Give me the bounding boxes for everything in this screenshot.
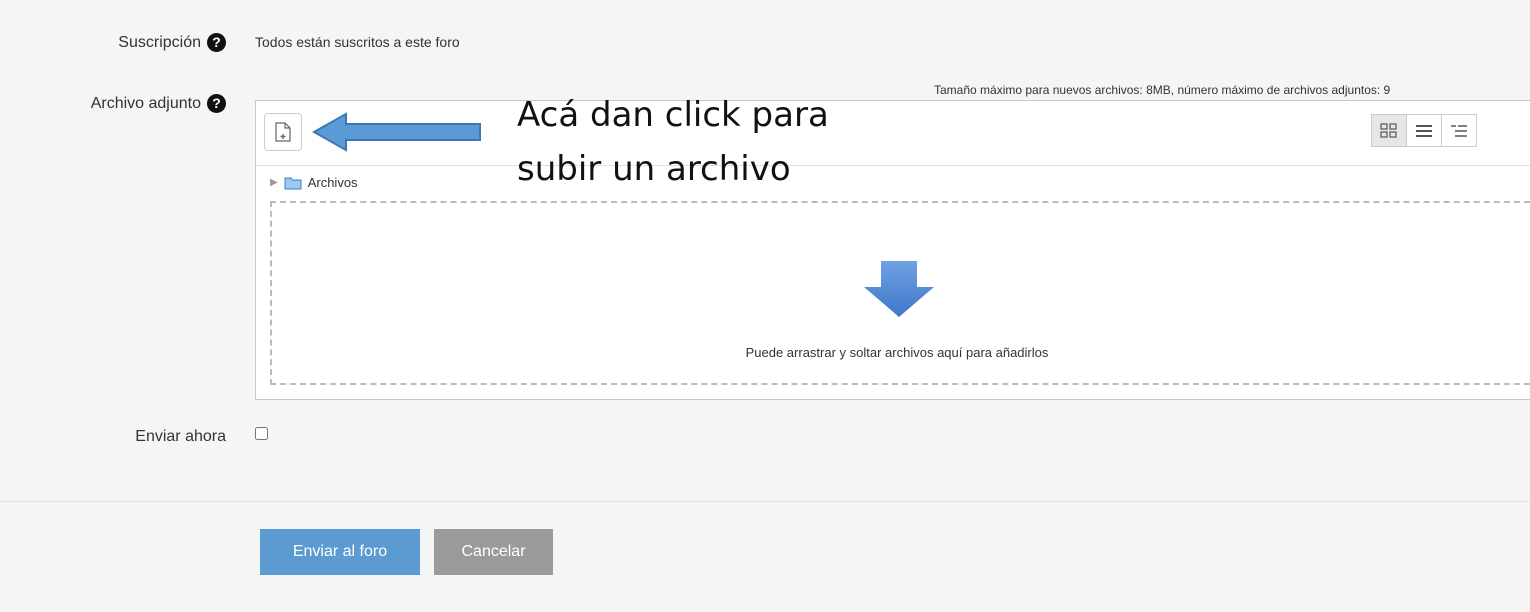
down-arrow-icon xyxy=(864,261,934,317)
help-icon[interactable]: ? xyxy=(207,94,226,113)
list-view-icon xyxy=(1416,124,1432,137)
folder-icon xyxy=(284,177,302,189)
help-icon[interactable]: ? xyxy=(207,33,226,52)
drop-zone[interactable]: Puede arrastrar y soltar archivos aquí p… xyxy=(270,201,1530,385)
add-file-button[interactable] xyxy=(264,113,302,151)
callout-arrow-icon xyxy=(312,112,481,152)
tree-view-icon xyxy=(1451,124,1467,137)
send-now-label-row: Enviar ahora xyxy=(135,428,226,446)
add-file-icon xyxy=(275,122,291,142)
grid-view-icon xyxy=(1380,122,1397,138)
drop-instructions: Puede arrastrar y soltar archivos aquí p… xyxy=(745,345,1049,360)
tree-view-button[interactable] xyxy=(1441,114,1477,147)
attachment-label-row: Archivo adjunto ? xyxy=(91,94,226,113)
breadcrumb: ▶ Archivos xyxy=(270,175,358,190)
subscription-label: Suscripción xyxy=(118,33,201,51)
send-now-checkbox[interactable] xyxy=(255,427,268,440)
annotation-line-2: subir un archivo xyxy=(517,149,791,189)
list-view-button[interactable] xyxy=(1406,114,1442,147)
form-divider xyxy=(0,501,1530,502)
icon-view-button[interactable] xyxy=(1371,114,1407,147)
annotation-callout: Acá dan click para subir un archivo xyxy=(517,88,829,196)
submit-post-button[interactable]: Enviar al foro xyxy=(260,529,420,575)
view-switcher xyxy=(1371,114,1477,147)
subscription-label-row: Suscripción ? xyxy=(118,33,226,52)
attachment-label: Archivo adjunto xyxy=(90,94,201,112)
expand-triangle-icon[interactable]: ▶ xyxy=(270,177,278,188)
max-size-note: Tamaño máximo para nuevos archivos: 8MB,… xyxy=(934,83,1391,97)
send-now-label: Enviar ahora xyxy=(135,428,226,445)
breadcrumb-folder-label[interactable]: Archivos xyxy=(308,175,358,190)
cancel-button[interactable]: Cancelar xyxy=(434,529,553,575)
subscription-value: Todos están suscritos a este foro xyxy=(255,34,460,50)
annotation-line-1: Acá dan click para xyxy=(517,95,829,135)
